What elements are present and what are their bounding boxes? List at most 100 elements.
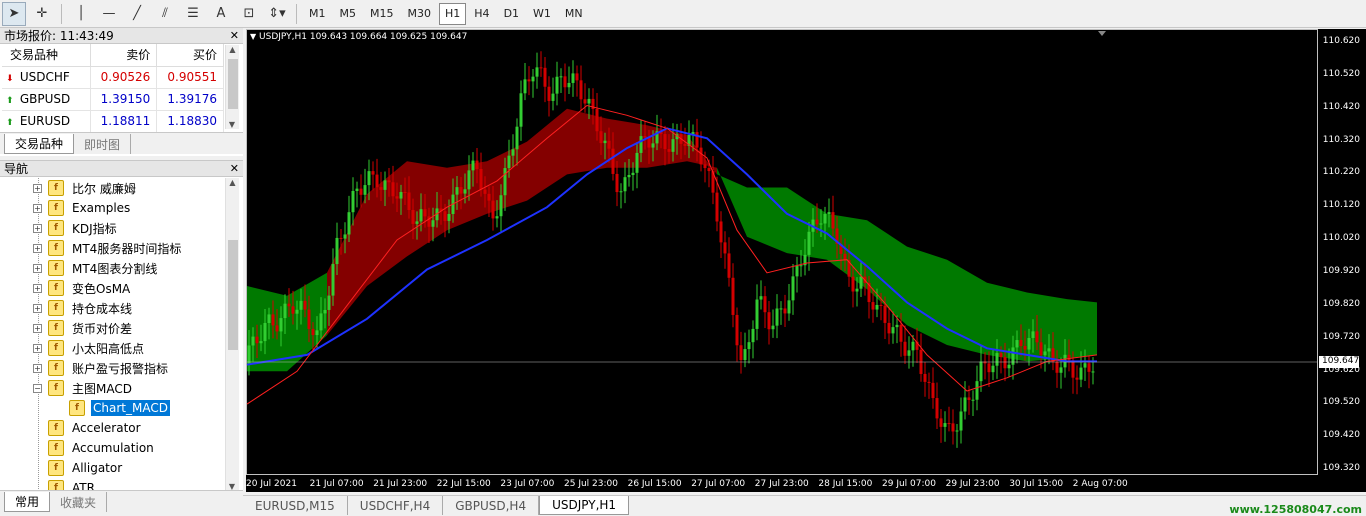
scroll-down-icon[interactable]: ▼: [226, 120, 238, 129]
chart-tab[interactable]: EURUSD,M15: [243, 496, 348, 515]
symbol-cell[interactable]: ⬇ USDCHF: [2, 66, 91, 89]
navigator-scrollbar[interactable]: ▲ ▼: [225, 178, 239, 491]
timeframe-button-h1[interactable]: H1: [439, 2, 467, 25]
candle-body: [1039, 342, 1043, 356]
expand-icon[interactable]: +: [33, 323, 42, 333]
navigator-item[interactable]: f Chart_MACD: [0, 398, 222, 418]
candle-body: [371, 171, 375, 175]
timeframe-button-m15[interactable]: M15: [364, 3, 400, 25]
timeframe-button-d1[interactable]: D1: [498, 3, 525, 25]
scroll-up-icon[interactable]: ▲: [226, 45, 239, 54]
expand-icon[interactable]: +: [33, 363, 42, 373]
navigator-item[interactable]: f Accelerator: [0, 418, 222, 438]
column-header[interactable]: 交易品种: [2, 44, 91, 67]
navigator-item[interactable]: + f MT4服务器时间指标: [0, 238, 222, 258]
expand-icon[interactable]: +: [33, 243, 42, 253]
time-tick-label: 26 Jul 15:00: [627, 479, 682, 489]
trendline-tool-icon[interactable]: ╱: [125, 2, 149, 26]
candle-body: [499, 195, 503, 217]
scrollbar-thumb[interactable]: [228, 59, 238, 109]
scroll-up-icon[interactable]: ▲: [226, 178, 239, 187]
candle-body: [539, 67, 543, 69]
indicator-icon: f: [69, 400, 85, 416]
crosshair-tool-icon[interactable]: ✛: [30, 2, 54, 26]
navigator-item[interactable]: + f KDJ指标: [0, 218, 222, 238]
timeframe-button-w1[interactable]: W1: [527, 3, 557, 25]
expand-icon[interactable]: +: [33, 283, 42, 293]
vertical-line-tool-icon[interactable]: │: [69, 2, 93, 26]
navigator-item[interactable]: f Accumulation: [0, 438, 222, 458]
chart-tab[interactable]: USDJPY,H1: [539, 496, 630, 515]
market-watch-row[interactable]: ⬆ GBPUSD 1.39150 1.39176: [2, 88, 224, 111]
tab-navigator-0[interactable]: 常用: [4, 492, 51, 512]
navigator-item[interactable]: − f 主图MACD: [0, 378, 222, 398]
timeframe-button-m5[interactable]: M5: [334, 3, 363, 25]
market-watch-row[interactable]: ⬇ USDCHF 0.90526 0.90551: [2, 66, 224, 89]
candle-body: [623, 177, 627, 192]
chart-tab[interactable]: GBPUSD,H4: [443, 496, 540, 515]
candle-body: [755, 299, 759, 329]
candle-body: [823, 214, 827, 224]
tab-market-watch-1[interactable]: 即时图: [74, 134, 132, 154]
text-label-tool-icon[interactable]: ⊡: [237, 2, 261, 26]
collapse-icon[interactable]: −: [33, 383, 42, 393]
candle-body: [871, 302, 875, 310]
cursor-tool-icon[interactable]: ➤: [2, 1, 26, 26]
column-header[interactable]: 卖价: [90, 44, 158, 67]
equidistant-channel-tool-icon[interactable]: ⫽: [153, 2, 177, 26]
timeframe-button-m1[interactable]: M1: [303, 3, 332, 25]
horizontal-line-tool-icon[interactable]: —: [97, 2, 121, 26]
navigator-item[interactable]: + f 持仓成本线: [0, 298, 222, 318]
price-chart[interactable]: ▼ USDJPY,H1 109.643 109.664 109.625 109.…: [246, 29, 1366, 492]
expand-icon[interactable]: +: [33, 303, 42, 313]
navigator-item[interactable]: + f 货币对价差: [0, 318, 222, 338]
expand-icon[interactable]: +: [33, 343, 42, 353]
candle-body: [895, 324, 899, 328]
close-icon[interactable]: ✕: [230, 29, 239, 42]
close-icon[interactable]: ✕: [230, 162, 239, 175]
navigator-item[interactable]: + f 变色OsMA: [0, 278, 222, 298]
tab-market-watch-0[interactable]: 交易品种: [4, 134, 75, 154]
candle-body: [975, 381, 979, 400]
tab-navigator-1[interactable]: 收藏夹: [50, 492, 108, 512]
navigator-item[interactable]: + f 比尔 威廉姆: [0, 178, 222, 198]
chart-symbol-ohlc: USDJPY,H1 109.643 109.664 109.625 109.64…: [259, 32, 468, 42]
candle-body: [971, 399, 975, 401]
fibonacci-tool-icon[interactable]: ☰: [181, 2, 205, 26]
symbol-cell[interactable]: ⬆ EURUSD: [2, 110, 91, 133]
column-header[interactable]: 买价: [156, 44, 224, 67]
expand-icon[interactable]: +: [33, 183, 42, 193]
navigator-item[interactable]: + f 账户盈亏报警指标: [0, 358, 222, 378]
scrollbar-thumb[interactable]: [228, 240, 238, 350]
navigator-item-label: 货币对价差: [72, 321, 133, 336]
candle-body: [967, 397, 971, 401]
text-tool-icon[interactable]: A: [209, 2, 233, 26]
candle-body: [799, 265, 803, 267]
expand-icon[interactable]: +: [33, 263, 42, 273]
navigator-item[interactable]: + f MT4图表分割线: [0, 258, 222, 278]
navigator-item[interactable]: + f 小太阳高低点: [0, 338, 222, 358]
market-watch-table: 交易品种 卖价 买价 ⬇ USDCHF 0.90526 0.90551 ⬆ GBPUSD 1…: [2, 44, 224, 133]
chart-canvas[interactable]: [246, 29, 1366, 492]
market-watch-scrollbar[interactable]: ▲ ▼: [225, 45, 239, 129]
price-tick-label: 109.920: [1322, 265, 1360, 276]
candle-body: [603, 140, 607, 144]
timeframe-group: M1 M5 M15 M30 H1 H4 D1 W1 MN: [302, 2, 590, 25]
navigator-item[interactable]: f Alligator: [0, 458, 222, 478]
symbol-cell[interactable]: ⬆ GBPUSD: [2, 88, 91, 111]
expand-icon[interactable]: +: [33, 223, 42, 233]
market-watch-row[interactable]: ⬆ EURUSD 1.18811 1.18830: [2, 110, 224, 133]
dropdown-triangle-icon[interactable]: ▼: [250, 32, 256, 41]
timeframe-button-mn[interactable]: MN: [559, 3, 589, 25]
navigator-item[interactable]: + f Examples: [0, 198, 222, 218]
candle-body: [507, 155, 511, 169]
candle-body: [1055, 361, 1059, 373]
candle-body: [279, 318, 283, 332]
expand-icon[interactable]: +: [33, 203, 42, 213]
arrows-tool-icon[interactable]: ⇕▾: [265, 2, 289, 26]
timeframe-button-h4[interactable]: H4: [468, 3, 495, 25]
candle-body: [255, 336, 259, 344]
timeframe-button-m30[interactable]: M30: [402, 3, 438, 25]
candle-body: [543, 67, 547, 87]
chart-tab[interactable]: USDCHF,H4: [348, 496, 444, 515]
